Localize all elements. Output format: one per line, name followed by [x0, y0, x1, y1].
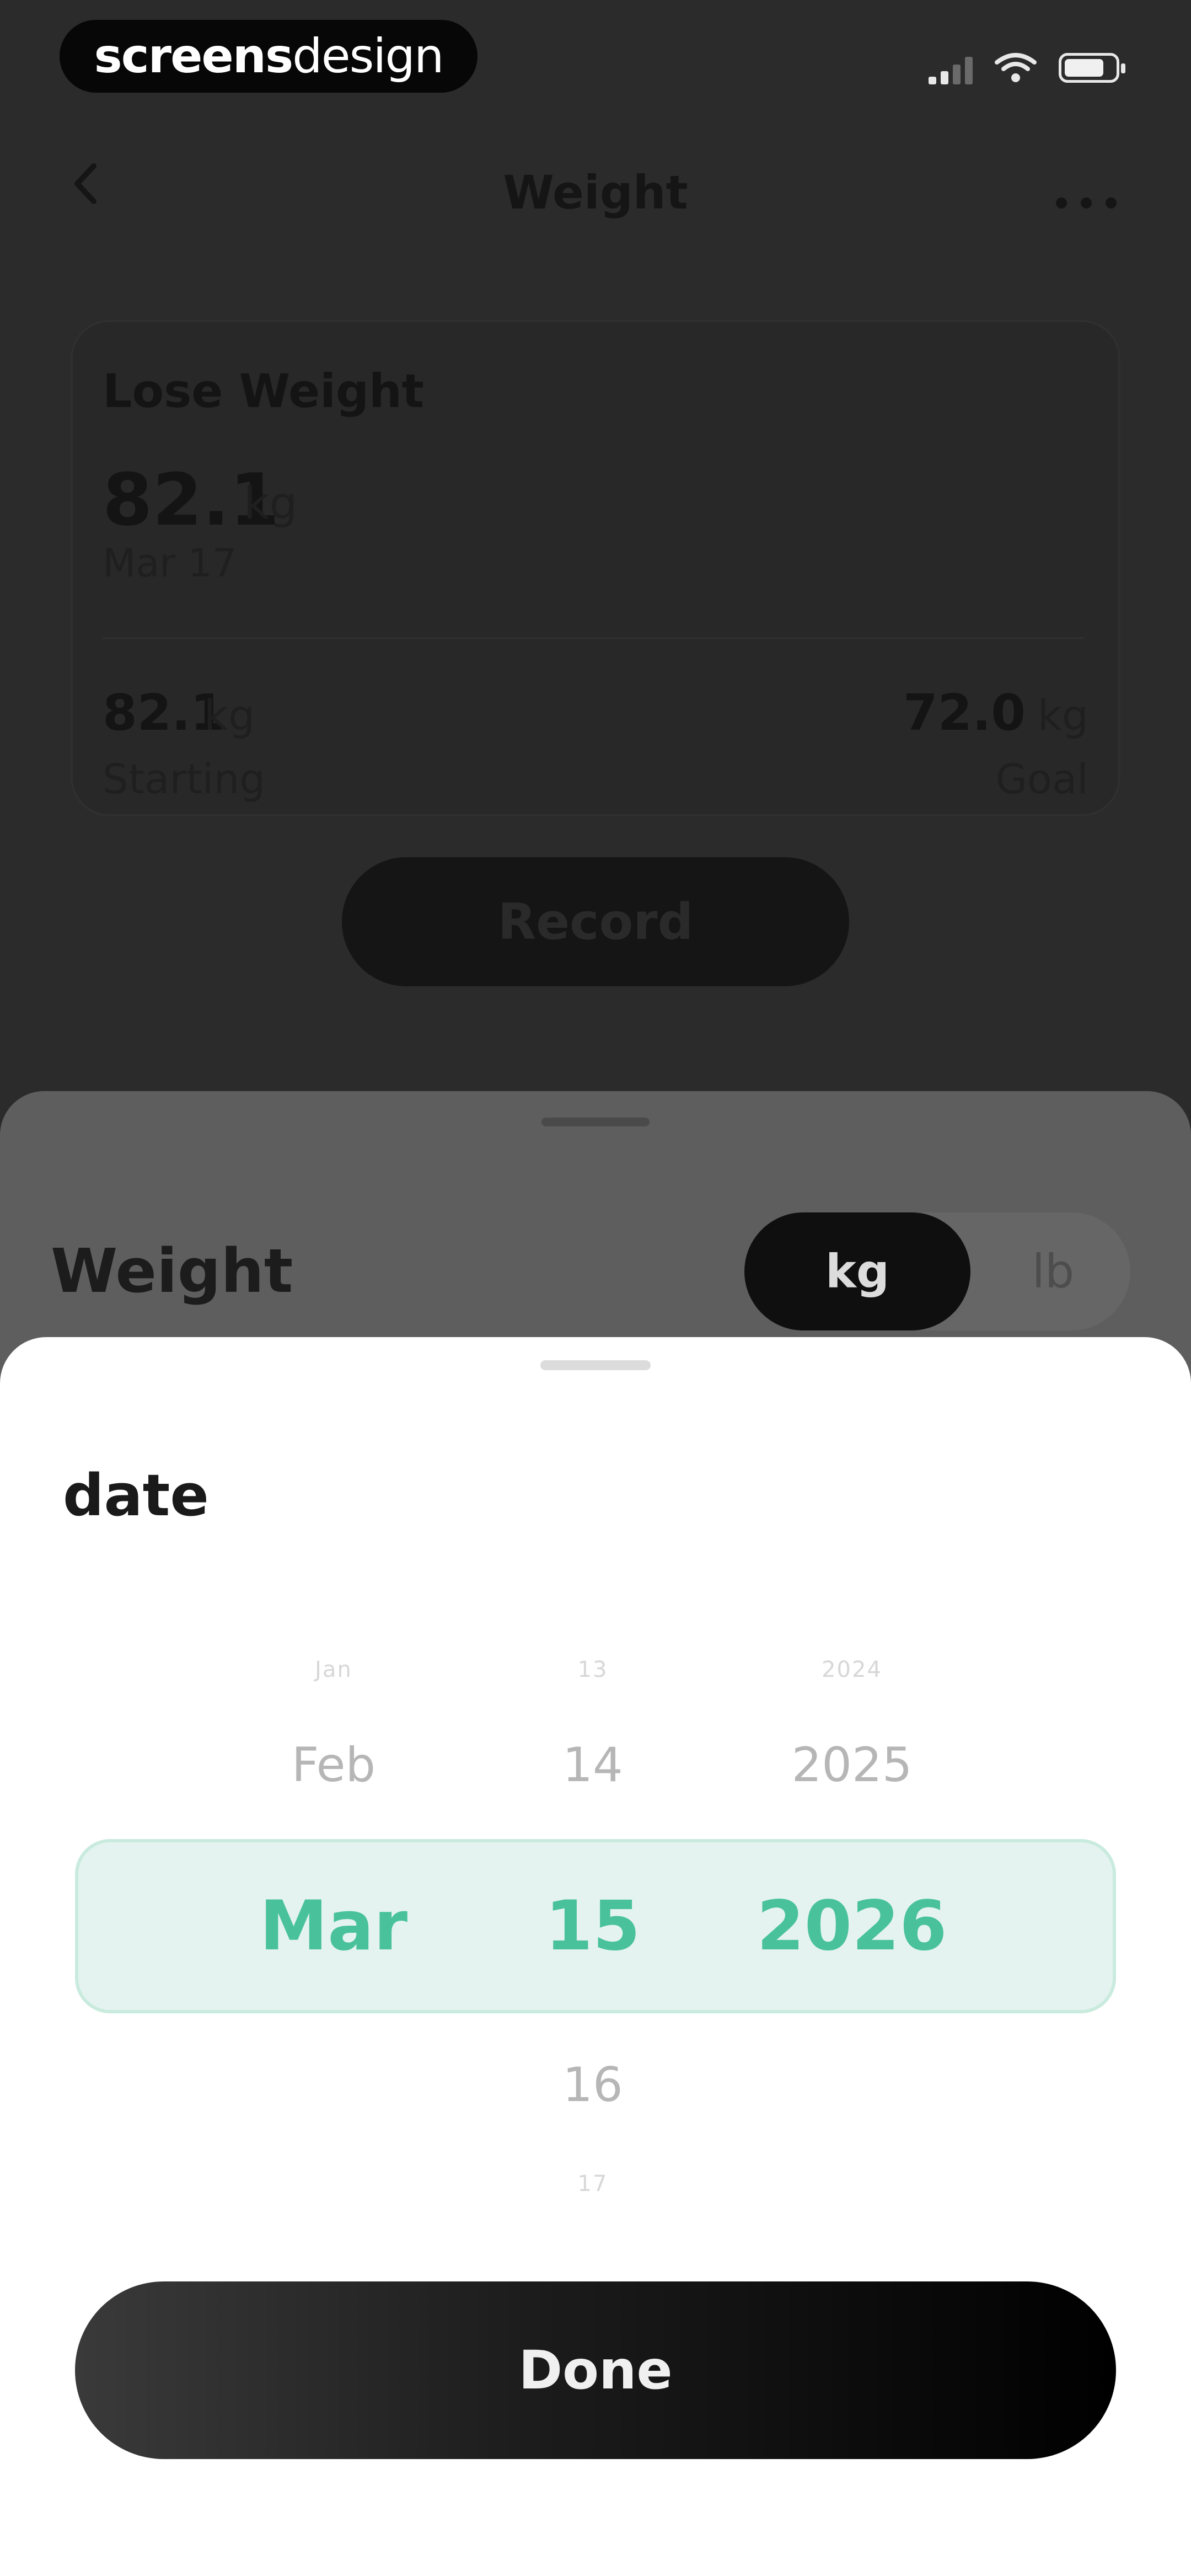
done-button[interactable]: Done: [75, 2281, 1116, 2459]
goal-weight-unit: kg: [1037, 691, 1088, 740]
page-title: Weight: [503, 165, 688, 220]
year-option[interactable]: 2024: [717, 1657, 987, 1682]
day-selected[interactable]: 15: [458, 1886, 728, 1966]
day-option[interactable]: 16: [458, 2057, 728, 2113]
goal-weight-value: 72.0: [903, 684, 1026, 742]
date-sheet-handle[interactable]: [540, 1360, 651, 1370]
day-option[interactable]: 17: [458, 2171, 728, 2196]
battery-icon: [1059, 53, 1125, 83]
starting-weight-label: Starting: [103, 756, 266, 803]
current-weight-date: Mar 17: [103, 541, 237, 586]
record-button[interactable]: Record: [342, 857, 849, 986]
day-option[interactable]: 14: [458, 1738, 728, 1793]
brand-logo-bold: screens: [94, 29, 294, 84]
day-option[interactable]: 13: [458, 1657, 728, 1682]
more-icon: [1056, 197, 1117, 209]
weight-sheet-handle[interactable]: [541, 1118, 650, 1126]
current-weight-unit: kg: [244, 478, 298, 529]
card-divider: [103, 637, 1084, 639]
month-option[interactable]: Feb: [198, 1738, 469, 1793]
status-icons: [929, 49, 1125, 87]
weight-sheet-title: Weight: [51, 1236, 293, 1306]
wifi-icon: [995, 53, 1037, 82]
more-button[interactable]: [1053, 165, 1119, 223]
unit-option-kg[interactable]: kg: [744, 1212, 970, 1330]
year-selected[interactable]: 2026: [717, 1886, 987, 1966]
date-sheet-title: date: [63, 1462, 209, 1529]
month-option[interactable]: Jan: [198, 1657, 469, 1682]
starting-weight-unit: kg: [204, 691, 255, 740]
month-selected[interactable]: Mar: [198, 1886, 469, 1966]
signal-icon: [929, 51, 973, 84]
unit-option-lb[interactable]: lb: [993, 1212, 1114, 1330]
brand-logo-regular: design: [292, 29, 444, 84]
goal-title: Lose Weight: [103, 364, 424, 418]
brand-logo: screens design: [60, 20, 478, 93]
year-option[interactable]: 2025: [717, 1738, 987, 1793]
goal-weight-label: Goal: [995, 756, 1088, 803]
